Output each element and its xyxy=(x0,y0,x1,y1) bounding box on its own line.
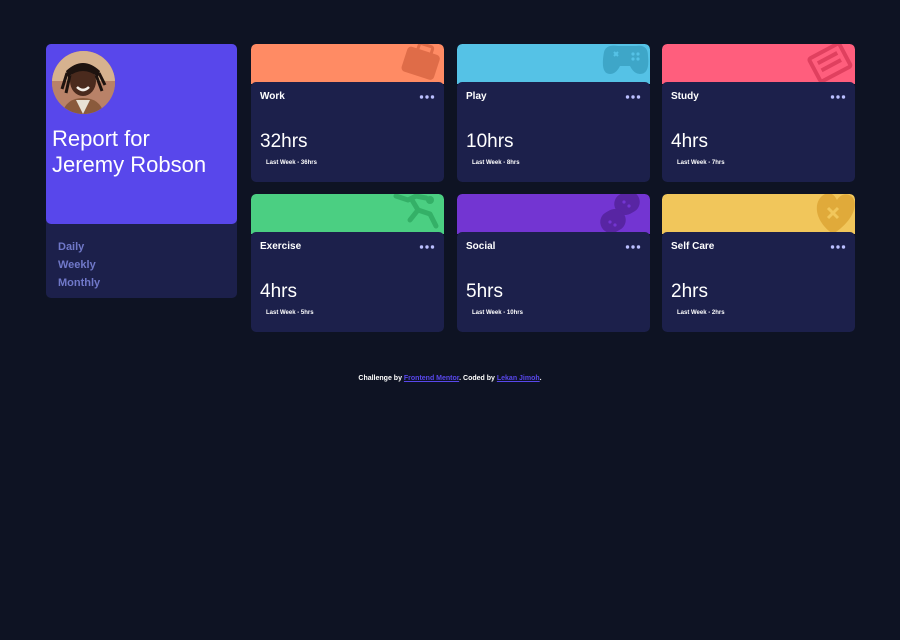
card-title: Social xyxy=(466,241,496,252)
user-name: Jeremy Robson xyxy=(52,152,207,177)
ellipsis-icon[interactable] xyxy=(625,243,641,251)
current-hours: 4hrs xyxy=(671,131,708,152)
current-hours: 2hrs xyxy=(671,281,708,302)
ellipsis-icon[interactable] xyxy=(830,93,846,101)
card-band xyxy=(251,44,444,84)
card-self-care: Self Care 2hrs Last Week - 2hrs xyxy=(662,194,855,332)
current-hours: 4hrs xyxy=(260,281,297,302)
previous-hours: Last Week - 36hrs xyxy=(266,160,317,166)
gamepad-icon xyxy=(602,45,649,74)
card-body: Work 32hrs Last Week - 36hrs xyxy=(251,82,444,182)
attribution-challenge-text: Challenge by xyxy=(358,375,404,382)
previous-hours: Last Week - 2hrs xyxy=(677,310,725,316)
profile-header: Report for Jeremy Robson xyxy=(46,44,237,224)
previous-hours: Last Week - 8hrs xyxy=(472,160,520,166)
ellipsis-icon[interactable] xyxy=(625,93,641,101)
card-work: Work 32hrs Last Week - 36hrs xyxy=(251,44,444,182)
previous-hours: Last Week - 5hrs xyxy=(266,310,314,316)
card-play: Play 10hrs Last Week - 8hrs xyxy=(457,44,650,182)
card-band xyxy=(662,194,855,234)
profile-card: Report for Jeremy Robson Daily Weekly Mo… xyxy=(46,44,237,298)
period-selector: Daily Weekly Monthly xyxy=(58,238,100,292)
card-band xyxy=(457,44,650,84)
report-heading: Report for Jeremy Robson xyxy=(52,126,232,178)
current-hours: 10hrs xyxy=(466,131,514,152)
frontend-mentor-link[interactable]: Frontend Mentor xyxy=(404,375,459,382)
user-avatar-photo xyxy=(52,51,115,114)
current-hours: 5hrs xyxy=(466,281,503,302)
card-band xyxy=(457,194,650,234)
previous-hours: Last Week - 10hrs xyxy=(472,310,523,316)
card-body: Exercise 4hrs Last Week - 5hrs xyxy=(251,232,444,332)
card-body: Social 5hrs Last Week - 10hrs xyxy=(457,232,650,332)
author-link[interactable]: Lekan Jimoh xyxy=(497,375,540,382)
card-body: Study 4hrs Last Week - 7hrs xyxy=(662,82,855,182)
card-body: Play 10hrs Last Week - 8hrs xyxy=(457,82,650,182)
chat-bubbles-icon xyxy=(600,194,640,233)
briefcase-icon xyxy=(401,44,440,80)
card-title: Study xyxy=(671,91,699,102)
card-title: Exercise xyxy=(260,241,302,252)
heart-bandage-icon xyxy=(816,194,855,234)
ellipsis-icon[interactable] xyxy=(419,93,435,101)
period-monthly[interactable]: Monthly xyxy=(58,274,100,292)
attribution-coded-text: . Coded by xyxy=(459,375,497,382)
period-daily[interactable]: Daily xyxy=(58,238,100,256)
card-title: Work xyxy=(260,91,285,102)
card-study: Study 4hrs Last Week - 7hrs xyxy=(662,44,855,182)
card-title: Self Care xyxy=(671,241,715,252)
card-exercise: Exercise 4hrs Last Week - 5hrs xyxy=(251,194,444,332)
period-weekly[interactable]: Weekly xyxy=(58,256,100,274)
current-hours: 32hrs xyxy=(260,131,308,152)
card-band xyxy=(662,44,855,84)
previous-hours: Last Week - 7hrs xyxy=(677,160,725,166)
card-body: Self Care 2hrs Last Week - 2hrs xyxy=(662,232,855,332)
ellipsis-icon[interactable] xyxy=(419,243,435,251)
ellipsis-icon[interactable] xyxy=(830,243,846,251)
card-title: Play xyxy=(466,91,487,102)
books-icon xyxy=(807,44,853,84)
avatar xyxy=(52,51,115,114)
report-for-label: Report for xyxy=(52,126,150,151)
attribution-end: . xyxy=(539,375,542,382)
card-band xyxy=(251,194,444,234)
card-social: Social 5hrs Last Week - 10hrs xyxy=(457,194,650,332)
running-icon xyxy=(393,194,439,229)
attribution: Challenge by Frontend Mentor. Coded by L… xyxy=(0,375,900,382)
